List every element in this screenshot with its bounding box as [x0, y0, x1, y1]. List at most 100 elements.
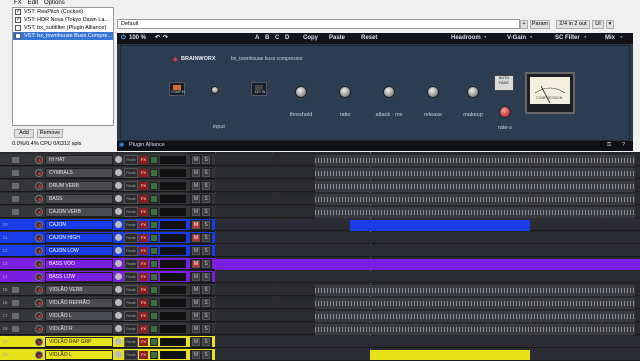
fx-chain-item[interactable]: ✓ VST: HDR Nova (Tokyo Dawn La...: [13, 16, 113, 24]
scfilter-knob-icon[interactable]: ◔: [583, 33, 587, 44]
makeup-knob[interactable]: [467, 86, 479, 98]
folder-icon[interactable]: [12, 170, 19, 176]
checkbox-icon[interactable]: [15, 25, 21, 31]
fx-button[interactable]: FX: [139, 195, 148, 203]
track-name[interactable]: BASS LOW: [45, 272, 113, 282]
fx-button[interactable]: FX: [139, 286, 148, 294]
track-lane[interactable]: [215, 310, 640, 322]
preset-add-button[interactable]: +: [520, 20, 528, 29]
phase-button[interactable]: [150, 182, 158, 190]
folder-icon[interactable]: [12, 183, 19, 189]
route-button[interactable]: Route: [124, 350, 138, 360]
record-arm-icon[interactable]: [35, 208, 43, 216]
phase-button[interactable]: [150, 312, 158, 320]
record-arm-icon[interactable]: [35, 338, 43, 346]
phase-button[interactable]: [150, 169, 158, 177]
fx-button[interactable]: FX: [139, 312, 148, 320]
track-name[interactable]: CAJON: [45, 220, 113, 230]
track-name[interactable]: VIOLÃO REFRÃO: [45, 298, 113, 308]
route-button[interactable]: Route: [124, 246, 138, 256]
rate-s-knob[interactable]: [499, 106, 511, 118]
track-lane[interactable]: [215, 206, 640, 218]
io-routing-button[interactable]: 2/4 in 2 out: [556, 20, 590, 29]
attack-knob[interactable]: [383, 86, 395, 98]
slot-d[interactable]: D: [285, 33, 289, 44]
phase-button[interactable]: [150, 351, 158, 359]
record-arm-icon[interactable]: [35, 312, 43, 320]
slot-a[interactable]: A: [255, 33, 259, 44]
scfilter-label[interactable]: SC Filter: [555, 33, 580, 44]
solo-button[interactable]: S: [202, 221, 210, 229]
route-button[interactable]: Route: [124, 168, 138, 178]
mute-button[interactable]: M: [192, 325, 200, 333]
phase-button[interactable]: [150, 195, 158, 203]
fx-button[interactable]: FX: [139, 299, 148, 307]
record-arm-icon[interactable]: [35, 169, 43, 177]
solo-button[interactable]: S: [202, 273, 210, 281]
solo-button[interactable]: S: [202, 182, 210, 190]
track-lane[interactable]: [215, 167, 640, 179]
solo-button[interactable]: S: [202, 156, 210, 164]
track-header[interactable]: 15 VIOLÃO VERB Route FX M S: [0, 284, 215, 296]
track-name[interactable]: VIOLÃO VERB: [45, 285, 113, 295]
media-item[interactable]: [315, 155, 635, 166]
mute-button[interactable]: M: [192, 273, 200, 281]
checkbox-icon[interactable]: ✓: [15, 17, 21, 23]
phase-button[interactable]: [150, 273, 158, 281]
slot-c[interactable]: C: [275, 33, 279, 44]
key-in-button[interactable]: KEY IN: [251, 82, 267, 96]
solo-button[interactable]: S: [202, 312, 210, 320]
volume-knob[interactable]: [115, 299, 122, 306]
track-lane[interactable]: [215, 323, 640, 335]
track-header[interactable]: BASS Route FX M S: [0, 193, 215, 205]
paste-button[interactable]: Paste: [329, 33, 345, 44]
checkbox-icon[interactable]: [15, 33, 21, 39]
solo-button[interactable]: S: [202, 260, 210, 268]
mix-label[interactable]: Mix: [605, 33, 615, 44]
volume-knob[interactable]: [115, 312, 122, 319]
track-lane[interactable]: [215, 284, 640, 296]
folder-icon[interactable]: [12, 287, 19, 293]
mute-button[interactable]: M: [192, 299, 200, 307]
record-arm-icon[interactable]: [35, 286, 43, 294]
route-button[interactable]: Route: [124, 259, 138, 269]
volume-knob[interactable]: [115, 182, 122, 189]
track-name[interactable]: VIOLÃO L: [45, 350, 113, 360]
volume-knob[interactable]: [115, 325, 122, 332]
fx-button[interactable]: FX: [139, 351, 148, 359]
fx-chain-item[interactable]: ✓ VST: ReaPitch (Cockos): [13, 8, 113, 16]
folder-icon[interactable]: [12, 157, 19, 163]
release-knob[interactable]: [427, 86, 439, 98]
track-name[interactable]: HI HAT: [45, 155, 113, 165]
mix-knob-icon[interactable]: ◔: [619, 33, 623, 44]
track-name[interactable]: CAJON LOW: [45, 246, 113, 256]
media-item[interactable]: [315, 207, 635, 218]
fx-button[interactable]: FX: [139, 325, 148, 333]
fx-button[interactable]: FX: [139, 260, 148, 268]
track-name[interactable]: CYMBALS: [45, 168, 113, 178]
phase-button[interactable]: [150, 286, 158, 294]
more-button[interactable]: ▾: [606, 20, 614, 29]
record-arm-icon[interactable]: [35, 156, 43, 164]
route-button[interactable]: Route: [124, 298, 138, 308]
record-arm-icon[interactable]: [35, 273, 43, 281]
record-arm-icon[interactable]: [35, 247, 43, 255]
redo-icon[interactable]: ↷: [163, 33, 168, 44]
track-name[interactable]: BASS VOO: [45, 259, 113, 269]
add-fx-button[interactable]: Add: [14, 129, 34, 138]
route-button[interactable]: Route: [124, 155, 138, 165]
track-header[interactable]: 13 BASS VOO Route FX M S: [0, 258, 215, 270]
track-header[interactable]: HI HAT Route FX M S: [0, 154, 215, 166]
record-arm-icon[interactable]: [35, 221, 43, 229]
mute-button[interactable]: M: [192, 247, 200, 255]
mute-button[interactable]: M: [192, 234, 200, 242]
solo-button[interactable]: S: [202, 195, 210, 203]
media-item[interactable]: [350, 220, 530, 231]
folder-icon[interactable]: [12, 313, 19, 319]
route-button[interactable]: Route: [124, 324, 138, 334]
track-lane[interactable]: [215, 271, 640, 283]
mute-button[interactable]: M: [192, 208, 200, 216]
solo-button[interactable]: S: [202, 208, 210, 216]
track-header[interactable]: DRUM VERB Route FX M S: [0, 180, 215, 192]
track-header[interactable]: 16 VIOLÃO REFRÃO Route FX M S: [0, 297, 215, 309]
